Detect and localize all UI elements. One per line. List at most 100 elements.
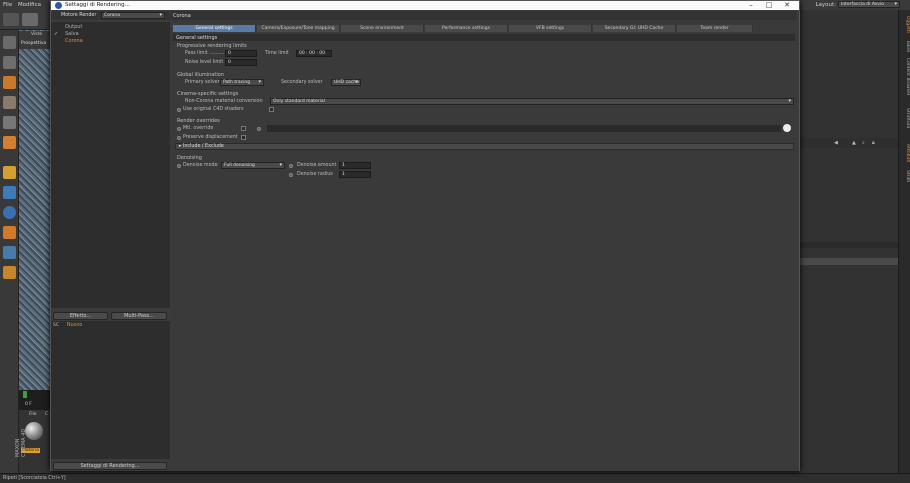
preserve-displacement-checkbox[interactable] [241, 135, 246, 140]
right-tab-content-browser[interactable]: Content Browser [900, 56, 910, 98]
point-icon[interactable] [3, 136, 16, 149]
tab-prospettiva[interactable]: Prospettiva [21, 41, 46, 46]
minimize-button[interactable]: – [743, 1, 759, 9]
denoise-mode-anim-icon[interactable] [177, 164, 181, 168]
model-icon[interactable] [3, 116, 16, 129]
tab-team-render[interactable]: Team render [677, 25, 753, 32]
noise-limit-input[interactable]: 0 [225, 59, 257, 66]
left-toolbar [0, 30, 19, 473]
grid-icon[interactable] [3, 36, 16, 49]
layout-label: Layout: [815, 2, 836, 8]
tab-scene-environment[interactable]: Scene environment [341, 25, 424, 32]
magnet-icon[interactable] [3, 226, 16, 239]
search-icon[interactable]: ⌕ [862, 140, 865, 146]
tree-item-output[interactable]: Output [65, 24, 82, 30]
mtl-override-checkbox[interactable] [241, 126, 246, 131]
tab-vfb-settings[interactable]: VFB settings [509, 25, 592, 32]
original-shaders-label: Use original C4D shaders [183, 107, 244, 112]
undo-icon[interactable] [3, 13, 19, 26]
renderer-select[interactable]: Corona [101, 12, 165, 19]
cube-icon[interactable] [3, 56, 16, 69]
shaders-anim-icon[interactable] [177, 108, 181, 112]
preset-item-nuovo[interactable]: Nuovo [67, 323, 82, 328]
time-limit-input[interactable]: 00 : 00 : 00 [296, 50, 332, 57]
section-general: General settings [173, 34, 795, 41]
select-icon[interactable] [22, 13, 38, 26]
divider [800, 242, 898, 248]
tab-performance-settings[interactable]: Performance settings [425, 25, 508, 32]
right-tab-strati[interactable]: Strati [900, 168, 910, 184]
axis-icon[interactable] [3, 166, 16, 179]
menu-file[interactable]: File [3, 2, 12, 8]
pass-limit-input[interactable]: 0 [225, 50, 257, 57]
include-exclude-label: ▸ Include / Exclude [179, 144, 224, 149]
original-shaders-checkbox[interactable] [269, 107, 274, 112]
playhead-icon[interactable] [23, 391, 27, 398]
denoising-header: Denoising [177, 155, 202, 161]
preserve-anim-icon[interactable] [177, 136, 181, 140]
close-button[interactable]: ✕ [779, 1, 795, 9]
denoise-amount-anim-icon[interactable] [289, 164, 293, 168]
tree-check-icon[interactable]: ✓ [54, 31, 58, 37]
tree-item-corona[interactable]: Corona [65, 38, 83, 44]
denoise-mode-select[interactable]: Full denoising [221, 162, 285, 169]
render-settings-button[interactable]: Settaggi di Rendering... [53, 462, 167, 470]
secondary-solver-select[interactable]: UHD cache [331, 79, 361, 86]
denoise-radius-input[interactable]: 1 [339, 171, 371, 178]
object-icon[interactable] [3, 76, 16, 89]
layer-row[interactable] [800, 258, 898, 265]
nav-up-icon[interactable]: ▲ [852, 140, 856, 146]
right-tabs: Oggetti Takes Content Browser Struttura … [898, 10, 910, 473]
right-tab-attributi[interactable]: Attributi [900, 142, 910, 164]
noise-limit-label: Noise level limit [185, 60, 224, 65]
tab-camera-exposure[interactable]: Camera/Exposure/Tone mapping [257, 25, 340, 32]
cinema-specific-header: Cinema-specific settings [177, 91, 239, 97]
pass-limit-label: Pass limit .......... [185, 51, 225, 56]
link-picker-icon[interactable] [783, 124, 791, 132]
right-tab-takes[interactable]: Takes [900, 38, 910, 54]
mtl-override-link-field[interactable] [267, 125, 781, 132]
texture-icon[interactable] [3, 96, 16, 109]
materials-tab-file[interactable]: File [29, 412, 37, 417]
tree-item-salva[interactable]: Salva [65, 31, 79, 37]
layers-icon[interactable] [3, 246, 16, 259]
conversion-label: Non-Corona material conversion [185, 99, 263, 104]
mtl-override-anim-icon[interactable] [177, 127, 181, 131]
tab-bar: General settings Camera/Exposure/Tone ma… [173, 25, 795, 32]
right-tab-struttura[interactable]: Struttura [900, 106, 910, 130]
denoise-amount-input[interactable]: 1 [339, 162, 371, 169]
tab-viste[interactable]: Viste [31, 32, 42, 37]
layout-select[interactable]: Interfaccia di Avvio [838, 1, 900, 8]
denoise-amount-label: Denoise amount [297, 163, 337, 168]
material-sphere-icon[interactable] [25, 422, 43, 440]
lock-icon[interactable]: 🔒︎ [872, 140, 875, 146]
primary-solver-select[interactable]: Path tracing [220, 79, 264, 86]
menu-modifica[interactable]: Modifica [18, 2, 41, 8]
materials-tab-c[interactable]: C [45, 412, 48, 417]
snap-icon[interactable] [3, 206, 16, 219]
include-exclude-bar[interactable]: ▸ Include / Exclude [175, 143, 794, 150]
mtl-link-anim-icon[interactable] [257, 127, 261, 131]
lock-icon[interactable] [3, 186, 16, 199]
nav-back-icon[interactable]: ◀ [834, 140, 838, 146]
maximize-button[interactable]: □ [761, 1, 777, 9]
denoise-radius-anim-icon[interactable] [289, 173, 293, 177]
conversion-select[interactable]: Only standard material [270, 98, 794, 105]
timeline[interactable]: 0 F [19, 390, 51, 410]
preset-list: SC Nuovo [51, 321, 170, 459]
brand-logo: MAXON CINEMA 4D [15, 428, 27, 457]
right-tab-oggetti[interactable]: Oggetti [900, 14, 910, 35]
frame-counter: 0 F [25, 402, 32, 407]
tab-secondary-gi[interactable]: Secondary GI: UHD Cache [593, 25, 676, 32]
time-limit-label: Time limit [265, 51, 289, 56]
attributes-toolbar: ◀ ▲ ⌕ 🔒︎ [800, 138, 898, 148]
primary-solver-label: Primary solver [185, 80, 220, 85]
spline-icon[interactable] [3, 266, 16, 279]
dialog-titlebar[interactable]: Settaggi di Rendering... – □ ✕ [51, 1, 799, 10]
viewport[interactable] [19, 30, 51, 390]
settings-content: Corona General settings Camera/Exposure/… [171, 11, 797, 470]
tab-general-settings[interactable]: General settings [173, 25, 256, 32]
effects-button[interactable]: Effetto... [53, 312, 108, 320]
right-panel: ◀ ▲ ⌕ 🔒︎ [800, 10, 898, 473]
multipass-button[interactable]: Multi-Pass... [111, 312, 167, 320]
